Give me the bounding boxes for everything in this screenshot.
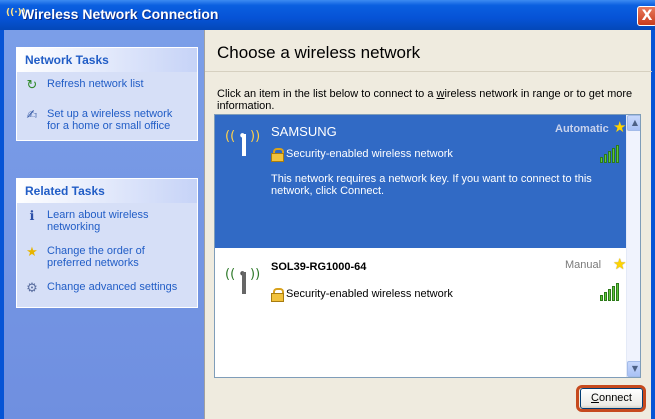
network-description: This network requires a network key. If …	[271, 173, 592, 197]
wireless-network-connection-window: ((·)) Wireless Network Connection X Netw…	[0, 0, 655, 419]
refresh-icon: ↻	[26, 78, 38, 93]
preferred-star-icon: ★	[613, 118, 627, 136]
vertical-scrollbar[interactable]: ▲ ▼	[626, 115, 640, 377]
signal-strength-icon	[599, 145, 619, 163]
window-title: Wireless Network Connection	[21, 6, 219, 22]
network-name: SOL39-RG1000-64	[271, 261, 367, 273]
related-tasks-box: Related Tasks ℹ Learn about wireless net…	[16, 178, 198, 308]
window-frame-right	[651, 30, 655, 419]
related-tasks-heading: Related Tasks	[17, 179, 197, 203]
close-button[interactable]: X	[637, 6, 655, 26]
antenna-mast	[242, 272, 246, 294]
task-label: Set up a wireless network for a home or …	[47, 108, 173, 132]
preferred-star-icon: ★	[613, 255, 627, 273]
title-bar[interactable]: ((·)) Wireless Network Connection X	[0, 0, 655, 30]
connect-label: onnect	[598, 392, 632, 404]
setup-icon: ✍	[26, 108, 38, 123]
network-item-samsung[interactable]: (( • )) SAMSUNG Automatic ★ Security-ena…	[215, 115, 626, 248]
lock-icon	[271, 148, 284, 162]
scroll-up-button[interactable]: ▲	[627, 115, 640, 131]
task-label: Change the order of preferred networks	[47, 245, 145, 269]
security-label: Security-enabled wireless network	[286, 288, 453, 300]
network-tasks-box: Network Tasks ↻ Refresh network list ✍ S…	[16, 47, 198, 141]
signal-strength-icon	[599, 283, 619, 301]
info-icon: ℹ	[29, 209, 35, 224]
wireless-icon: ((·))	[6, 8, 26, 18]
page-title: Choose a wireless network	[217, 43, 421, 62]
security-status: Security-enabled wireless network	[271, 148, 453, 162]
connection-mode: Automatic	[555, 123, 609, 135]
star-icon: ★	[26, 245, 38, 260]
refresh-network-list-link[interactable]: ↻ Refresh network list	[23, 78, 191, 96]
main-panel: Choose a wireless network Click an item …	[204, 30, 652, 419]
instructions-prefix: Click an item in the list below to conne…	[217, 88, 437, 100]
settings-icon: ⚙	[26, 281, 38, 296]
connect-accel: C	[591, 392, 599, 404]
lock-icon	[271, 288, 284, 302]
wireless-antenna-icon: (( • ))	[225, 263, 267, 294]
learn-wireless-link[interactable]: ℹ Learn about wireless networking	[23, 209, 191, 233]
task-pane: Network Tasks ↻ Refresh network list ✍ S…	[4, 30, 204, 419]
change-advanced-settings-link[interactable]: ⚙ Change advanced settings	[23, 281, 191, 299]
wireless-antenna-icon: (( • ))	[225, 125, 267, 156]
network-tasks-heading: Network Tasks	[17, 48, 197, 72]
connection-mode: Manual	[565, 259, 602, 271]
network-name: SAMSUNG	[271, 124, 337, 139]
title-divider	[205, 71, 652, 72]
instructions-text: Click an item in the list below to conne…	[217, 88, 637, 112]
task-label: Refresh network list	[47, 78, 144, 90]
change-order-preferred-link[interactable]: ★ Change the order of preferred networks	[23, 245, 191, 269]
setup-wireless-network-link[interactable]: ✍ Set up a wireless network for a home o…	[23, 108, 191, 132]
security-label: Security-enabled wireless network	[286, 148, 453, 160]
network-list[interactable]: (( • )) SAMSUNG Automatic ★ Security-ena…	[214, 114, 641, 378]
connect-button[interactable]: Connect	[580, 388, 643, 409]
antenna-mast	[242, 134, 246, 156]
scroll-down-button[interactable]: ▼	[627, 361, 640, 377]
task-label: Learn about wireless networking	[47, 209, 149, 233]
task-label: Change advanced settings	[47, 281, 178, 293]
network-item-sol39[interactable]: (( • )) SOL39-RG1000-64 Manual ★ Securit…	[215, 249, 626, 319]
security-status: Security-enabled wireless network	[271, 288, 453, 302]
